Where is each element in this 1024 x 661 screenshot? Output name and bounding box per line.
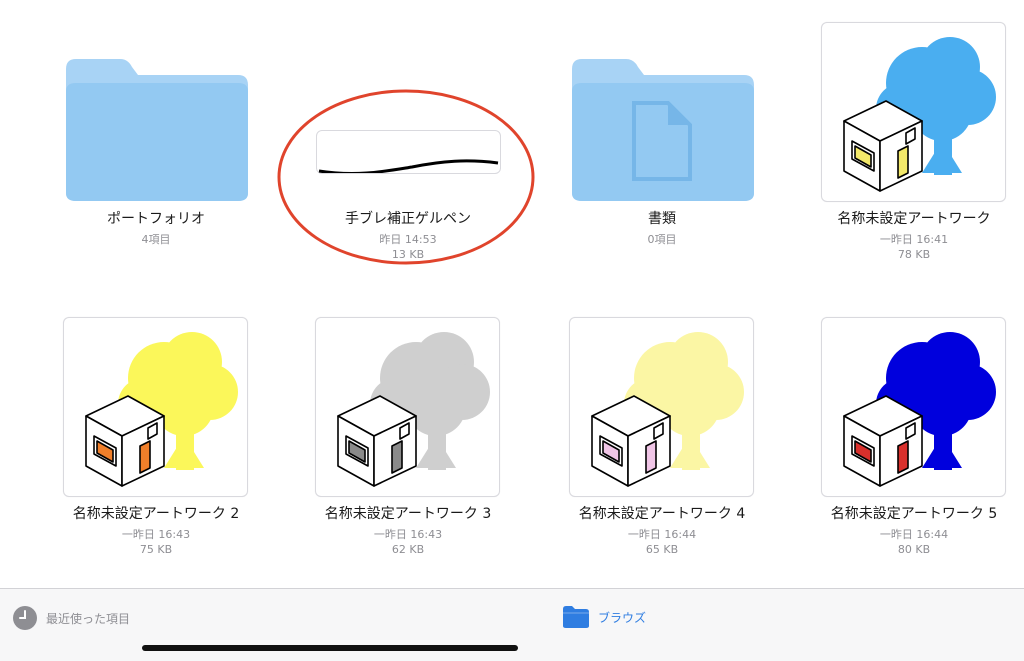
file-meta-date: 一昨日 16:44 bbox=[879, 528, 949, 541]
file-meta-size: 78 KB bbox=[897, 248, 931, 261]
file-meta-date: 一昨日 16:44 bbox=[627, 528, 697, 541]
file-grid: ポートフォリオ 4項目 手ブレ補正ゲルペン 昨日 14:53 13 KB 書類 … bbox=[0, 0, 1024, 588]
house-tree-illustration bbox=[843, 332, 996, 487]
file-meta-count: 4項目 bbox=[141, 233, 171, 246]
file-meta-size: 62 KB bbox=[391, 543, 425, 556]
file-name: 名称未設定アートワーク 4 bbox=[578, 506, 746, 522]
file-meta-date: 一昨日 16:41 bbox=[879, 233, 949, 246]
artwork-thumbnail bbox=[63, 317, 248, 497]
house-icon bbox=[843, 395, 923, 487]
artwork-thumbnail bbox=[315, 317, 500, 497]
file-name: 名称未設定アートワーク 3 bbox=[324, 506, 492, 522]
file-name: ポートフォリオ bbox=[107, 211, 205, 227]
house-icon bbox=[85, 395, 165, 487]
artwork-thumbnail bbox=[821, 22, 1006, 202]
file-name: 名称未設定アートワーク bbox=[837, 211, 991, 227]
file-meta-date: 一昨日 16:43 bbox=[373, 528, 443, 541]
tab-browse[interactable]: ブラウズ bbox=[562, 605, 646, 629]
file-meta-size: 65 KB bbox=[645, 543, 679, 556]
house-tree-illustration bbox=[843, 37, 996, 192]
file-name: 手ブレ補正ゲルペン bbox=[345, 211, 471, 227]
artwork-thumbnail bbox=[569, 317, 754, 497]
clock-icon bbox=[13, 606, 37, 630]
home-indicator[interactable] bbox=[142, 645, 518, 651]
file-meta-size: 75 KB bbox=[139, 543, 173, 556]
folder-thumbnail bbox=[562, 0, 762, 201]
house-tree-illustration bbox=[591, 332, 744, 487]
file-name: 名称未設定アートワーク 5 bbox=[830, 506, 998, 522]
tab-recents-label: 最近使った項目 bbox=[46, 611, 131, 626]
file-meta-date: 昨日 14:53 bbox=[379, 233, 437, 246]
file-name: 名称未設定アートワーク 2 bbox=[72, 506, 240, 522]
pen-stroke-icon bbox=[318, 159, 499, 176]
file-meta-size: 80 KB bbox=[897, 543, 931, 556]
document-folder-icon bbox=[572, 59, 754, 201]
file-meta-date: 一昨日 16:43 bbox=[121, 528, 191, 541]
tab-recents[interactable]: 最近使った項目 bbox=[12, 605, 130, 631]
folder-icon bbox=[563, 606, 589, 628]
house-icon bbox=[337, 395, 417, 487]
house-icon bbox=[843, 100, 923, 192]
house-icon bbox=[591, 395, 671, 487]
tab-browse-label: ブラウズ bbox=[598, 610, 647, 625]
file-meta-size: 13 KB bbox=[391, 248, 425, 261]
artwork-thumbnail bbox=[821, 317, 1006, 497]
folder-thumbnail bbox=[56, 0, 256, 201]
file-name: 書類 bbox=[648, 211, 676, 227]
house-tree-illustration bbox=[85, 332, 238, 487]
file-meta-count: 0項目 bbox=[647, 233, 677, 246]
folder-icon bbox=[66, 59, 248, 201]
house-tree-illustration bbox=[337, 332, 490, 487]
stroke-thumbnail bbox=[316, 130, 501, 176]
